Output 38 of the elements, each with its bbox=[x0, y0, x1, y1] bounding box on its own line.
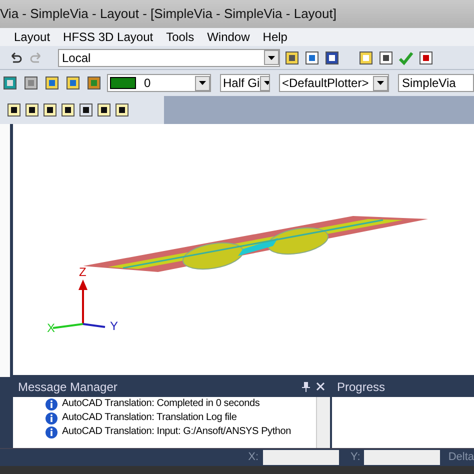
grid-dropdown[interactable]: Half Gi bbox=[220, 74, 270, 92]
caret-icon bbox=[264, 81, 269, 85]
dropdown-button[interactable] bbox=[373, 76, 388, 90]
dropdown-value: <DefaultPlotter> bbox=[282, 75, 370, 92]
layer-dropdown[interactable]: 0 bbox=[107, 74, 211, 92]
info-icon bbox=[45, 426, 58, 438]
menu-item[interactable]: Help bbox=[262, 28, 288, 46]
dropdown-value: Half Gi bbox=[223, 75, 260, 91]
status-label: Y: bbox=[350, 450, 360, 466]
menu-item[interactable]: Window bbox=[207, 28, 250, 46]
status-label: X: bbox=[248, 450, 259, 466]
plotter-dropdown[interactable]: <DefaultPlotter> bbox=[279, 74, 389, 92]
color-swatch bbox=[110, 77, 136, 89]
caret-icon bbox=[377, 81, 384, 85]
window-title: Via - SimpleVia - Layout - [SimpleVia - SimpleVia - Layout] bbox=[0, 5, 336, 24]
scrollbar bbox=[316, 397, 330, 448]
menu-item[interactable]: HFSS 3D Layout bbox=[63, 28, 154, 46]
close-icon[interactable] bbox=[316, 382, 325, 391]
panel-title: Message Manager bbox=[18, 379, 118, 396]
axis-triad-drawing: Z X Y bbox=[47, 264, 122, 332]
design-field[interactable]: SimpleVia bbox=[398, 74, 474, 92]
dropdown-button[interactable] bbox=[264, 50, 279, 65]
dropdown-value: 0 bbox=[144, 75, 152, 92]
message-text: AutoCAD Translation: Input: G:/Ansoft/ANSYS Python bbox=[62, 425, 292, 439]
caret-icon bbox=[199, 81, 206, 85]
info-icon bbox=[45, 412, 58, 424]
menu-item[interactable]: Layout bbox=[14, 28, 50, 46]
dropdown-value: Local bbox=[62, 50, 91, 66]
panel-title: Progress bbox=[337, 379, 386, 396]
message-text: AutoCAD Translation: Translation Log file bbox=[62, 411, 237, 425]
pin-icon[interactable] bbox=[302, 382, 310, 392]
menu-item[interactable]: Tools bbox=[166, 28, 194, 46]
location-dropdown[interactable]: Local bbox=[58, 48, 280, 66]
dropdown-button[interactable] bbox=[195, 76, 210, 90]
status-label: Delta bbox=[448, 450, 474, 466]
check-icon[interactable] bbox=[398, 50, 414, 66]
caret-icon bbox=[268, 56, 275, 60]
message-text: AutoCAD Translation: Completed in 0 seconds bbox=[62, 397, 260, 411]
